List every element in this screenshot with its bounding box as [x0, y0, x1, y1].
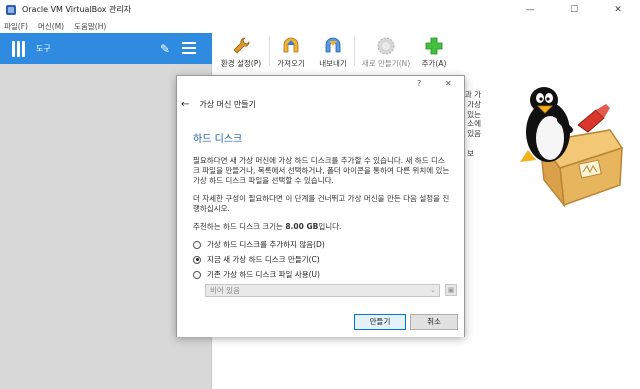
option-existing-disk[interactable]: 기존 가상 하드 디스크 파일 사용(U) [193, 269, 320, 280]
window-controls: — ☐ ✕ [508, 0, 640, 19]
folder-icon[interactable]: ▣ [445, 284, 457, 296]
new-machine-label: 새로 만들기(N) [361, 59, 411, 68]
dialog-title: 가상 머신 만들기 [199, 99, 256, 109]
description-text: 필요하다면 새 가상 머신에 가상 하드 디스크를 추가할 수 있습니다. 새 … [193, 156, 450, 185]
menu-help[interactable]: 도움말(H) [74, 21, 106, 32]
preferences-label: 환경 설정(P) [220, 59, 262, 68]
option-create-disk[interactable]: 지금 새 가상 하드 디스크 만들기(C) [193, 254, 320, 265]
main-toolbar: 환경 설정(P) 가져오기 내보내기 새로 만들기(N) 추가(A) [213, 33, 640, 69]
recommended-suffix: 입니다. [318, 222, 342, 231]
recommended-size-text: 추천하는 하드 디스크 크기는 8.00 GB입니다. [193, 222, 451, 232]
chevron-down-icon: ⌄ [430, 286, 436, 294]
minimize-button[interactable]: — [508, 0, 552, 19]
tools-icon [10, 39, 28, 59]
radio-create-disk[interactable] [193, 255, 201, 264]
import-button[interactable]: 가져오기 [270, 33, 312, 69]
create-vm-dialog: ? ✕ ← 가상 머신 만들기 하드 디스크 필요하다면 새 가상 머신에 가상… [176, 75, 465, 337]
export-label: 내보내기 [319, 59, 347, 68]
add-machine-button[interactable]: 추가(A) [417, 33, 451, 69]
export-button[interactable]: 내보내기 [312, 33, 354, 69]
wrench-icon [231, 36, 251, 56]
dialog-close-button[interactable]: ✕ [445, 79, 452, 88]
window-title: Oracle VM VirtualBox 관리자 [22, 5, 132, 14]
new-machine-button[interactable]: 새로 만들기(N) [355, 33, 417, 69]
export-icon [323, 36, 343, 56]
preferences-button[interactable]: 환경 설정(P) [213, 33, 269, 69]
advanced-hint-text: 더 자세한 구성이 필요하다면 이 단계를 건너뛰고 가상 머신을 만든 다음 … [193, 194, 450, 213]
pin-icon[interactable]: ✎ [160, 42, 170, 56]
maximize-button[interactable]: ☐ [552, 0, 596, 19]
import-icon [281, 36, 301, 56]
back-arrow-icon[interactable]: ← [181, 99, 189, 110]
new-gear-icon [376, 36, 396, 56]
dialog-header: ← 가상 머신 만들기 [177, 94, 464, 114]
cancel-button[interactable]: 취소 [410, 314, 458, 330]
menu-file[interactable]: 파일(F) [4, 21, 28, 32]
create-button[interactable]: 만들기 [354, 314, 406, 330]
sidebar-item-tools[interactable]: 도구 ✎ [0, 33, 212, 64]
menu-machine[interactable]: 머신(M) [38, 21, 64, 32]
option-no-disk[interactable]: 가상 하드 디스크를 추가하지 않음(D) [193, 239, 325, 250]
close-button[interactable]: ✕ [596, 0, 640, 19]
window-titlebar: Oracle VM VirtualBox 관리자 — ☐ ✕ [0, 0, 640, 19]
select-value: 비어 있음 [210, 286, 240, 295]
penguin-mascot-image [520, 87, 624, 208]
plus-icon [424, 36, 444, 56]
dialog-titlebar: ? ✕ [177, 76, 464, 94]
virtualbox-logo-icon [6, 4, 16, 15]
add-machine-label: 추가(A) [421, 59, 447, 68]
recommended-prefix: 추천하는 하드 디스크 크기는 [193, 222, 286, 231]
recommended-size-value: 8.00 GB [285, 222, 319, 231]
list-icon[interactable] [182, 42, 196, 55]
section-title: 하드 디스크 [193, 134, 243, 145]
menubar: 파일(F) 머신(M) 도움말(H) [0, 19, 640, 33]
option-label: 가상 하드 디스크를 추가하지 않음(D) [207, 240, 325, 249]
radio-existing-disk[interactable] [193, 270, 201, 279]
option-label: 기존 가상 하드 디스크 파일 사용(U) [207, 270, 320, 279]
dialog-body: 하드 디스크 필요하다면 새 가상 머신에 가상 하드 디스크를 추가할 수 있… [177, 114, 464, 337]
radio-no-disk[interactable] [193, 240, 201, 249]
existing-disk-select[interactable]: 비어 있음 ⌄ [205, 284, 440, 297]
sidebar-item-label: 도구 [36, 44, 51, 53]
import-label: 가져오기 [277, 59, 305, 68]
help-button[interactable]: ? [417, 79, 421, 88]
option-label: 지금 새 가상 하드 디스크 만들기(C) [207, 255, 320, 264]
